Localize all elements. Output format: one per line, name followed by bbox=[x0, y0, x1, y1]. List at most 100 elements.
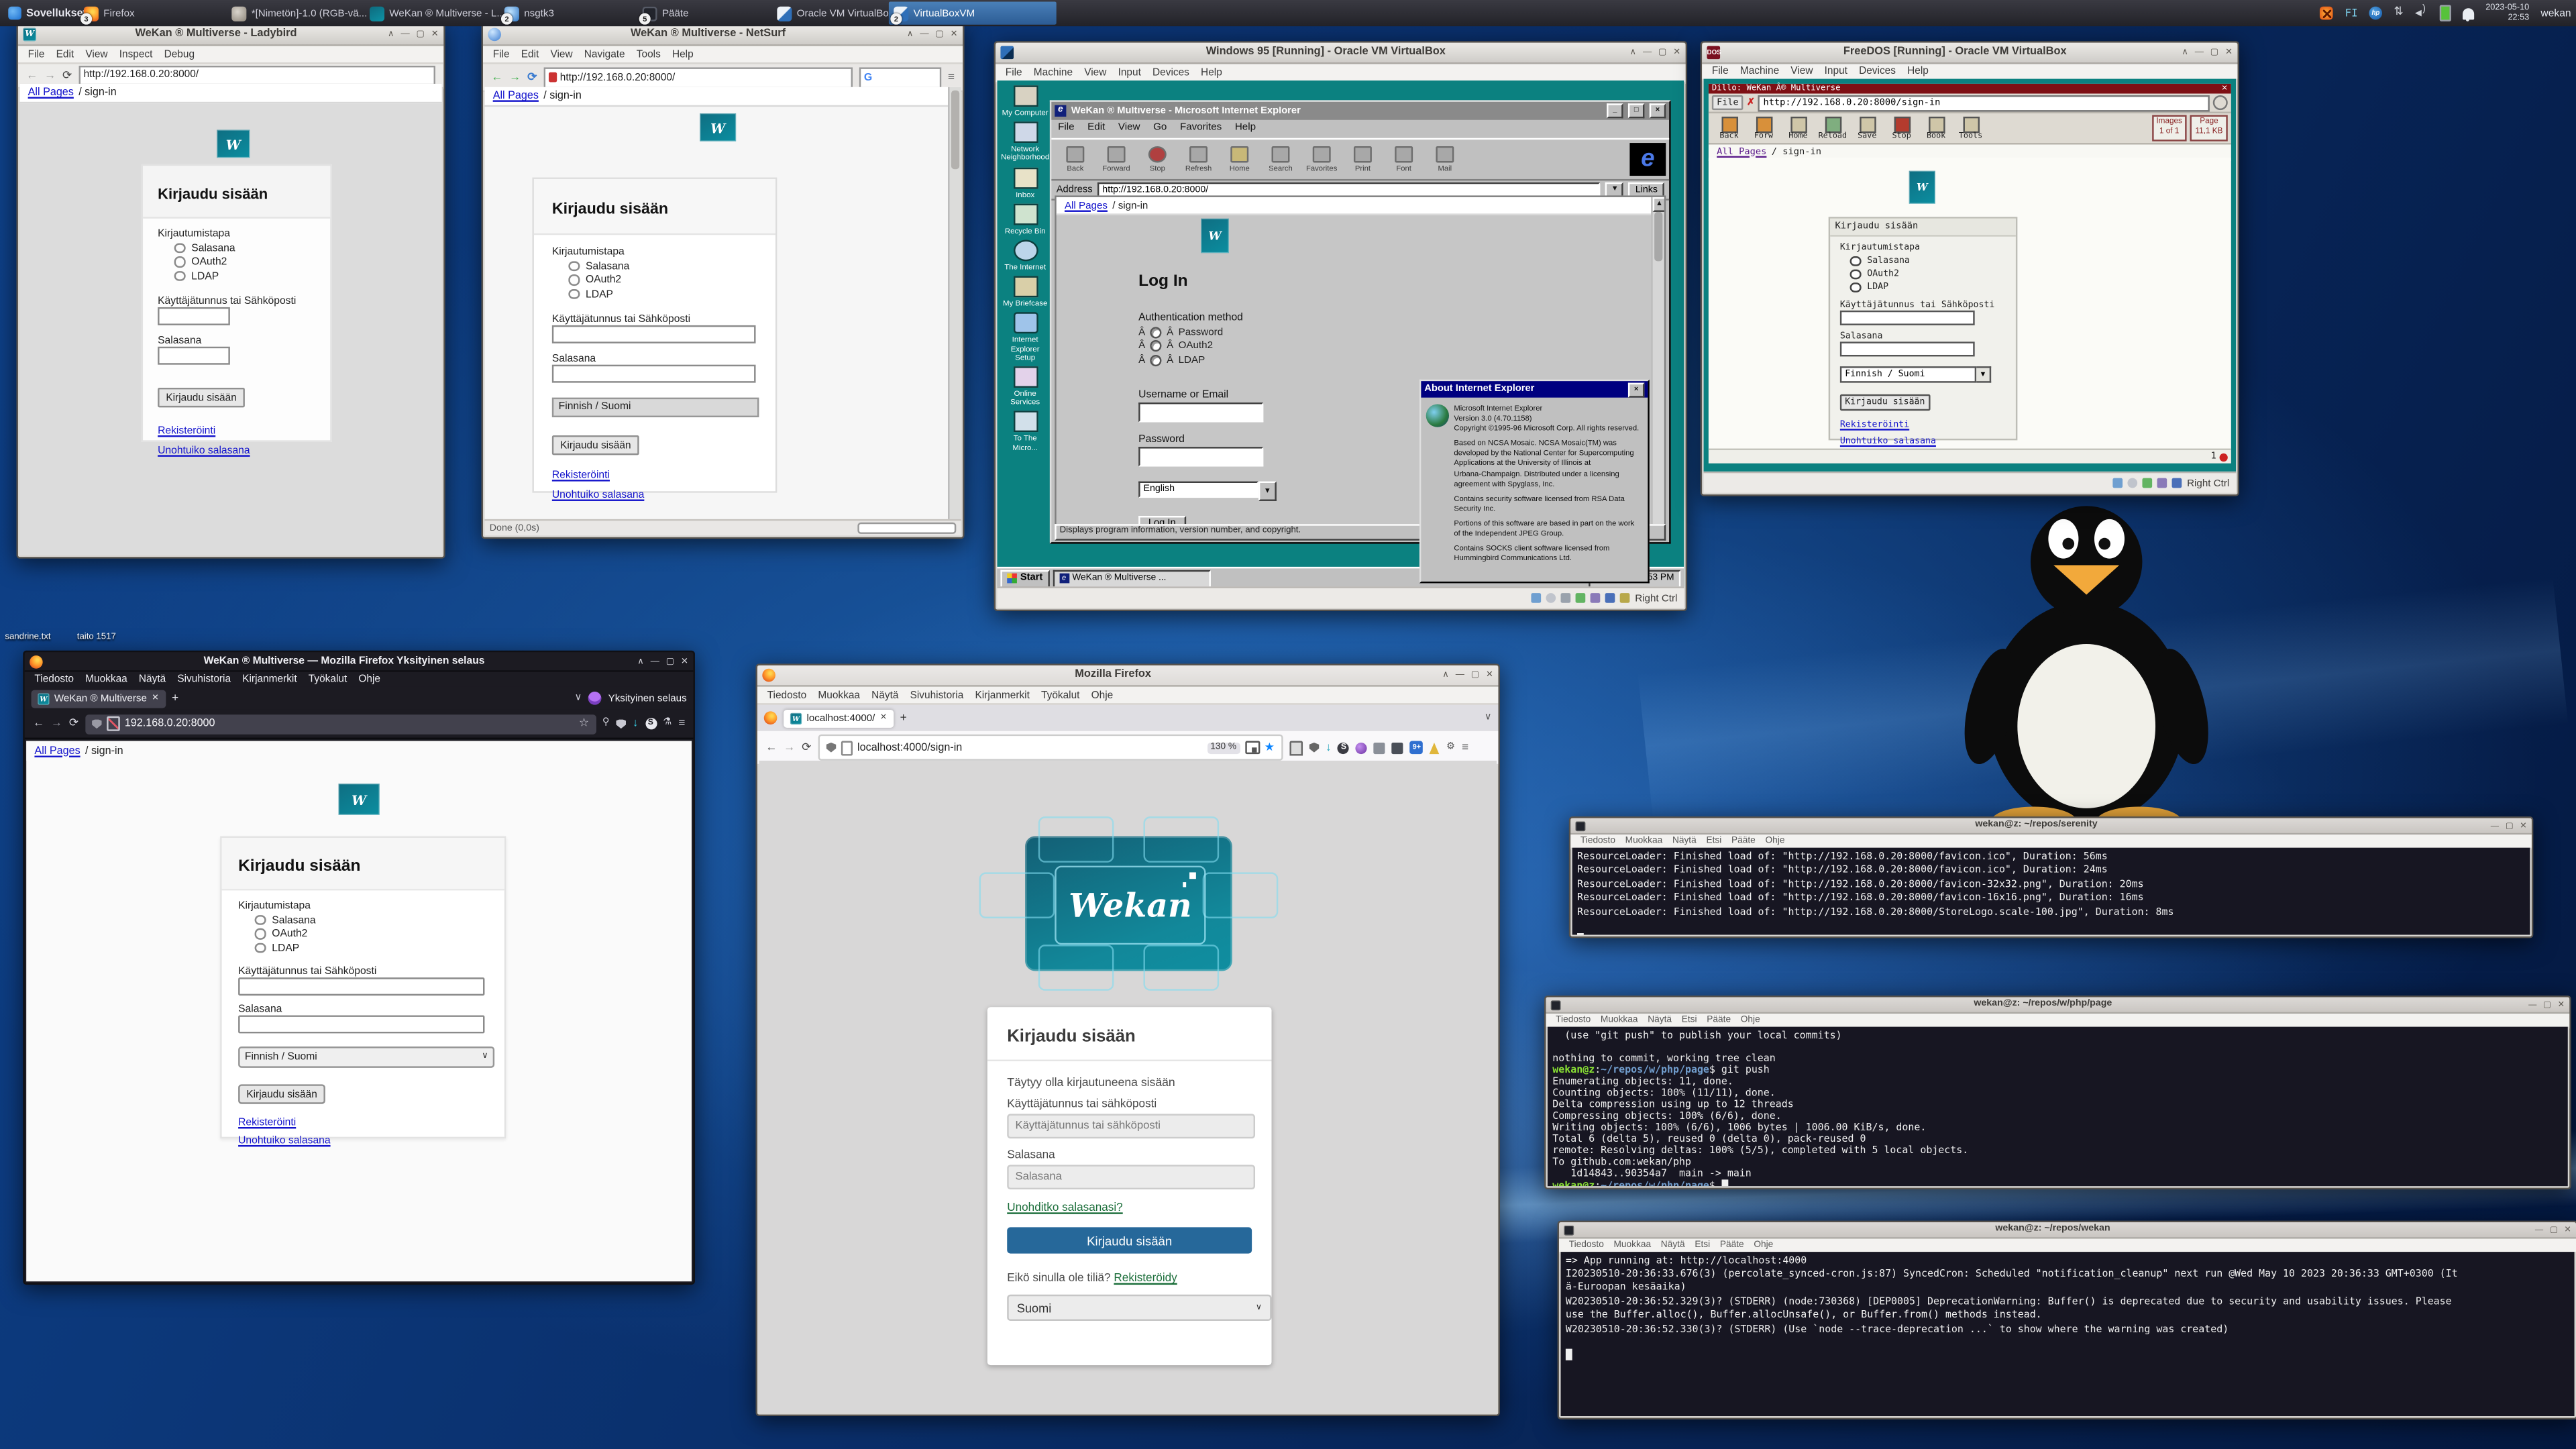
shield-check-icon[interactable] bbox=[616, 718, 626, 729]
forward-icon[interactable]: → bbox=[44, 70, 56, 81]
auth-method-radio[interactable]: LDAP bbox=[174, 270, 316, 282]
menu-item[interactable]: Muokkaa bbox=[1625, 837, 1663, 847]
menu-item[interactable]: Näytä bbox=[871, 689, 898, 700]
register-link[interactable]: Rekisteröinti bbox=[552, 469, 757, 480]
menu-item[interactable]: View bbox=[550, 48, 572, 60]
titlebar[interactable]: W WeKan ® Multiverse - Ladybird ∧—▢✕ bbox=[18, 25, 443, 46]
ublock-icon[interactable]: 9+ bbox=[1410, 741, 1424, 754]
network-icon[interactable]: ⇅ bbox=[2394, 7, 2403, 20]
menu-item[interactable]: File bbox=[28, 48, 45, 60]
titlebar[interactable]: Mozilla Firefox ∧—▢✕ bbox=[757, 665, 1498, 687]
auth-method-radio[interactable]: LDAP bbox=[568, 288, 757, 300]
taskbar-button-terminal[interactable]: 5 Pääte bbox=[637, 1, 775, 24]
language-select[interactable]: Finnish / Suomi∨ bbox=[238, 1046, 494, 1067]
taskbar-button-virtualboxvm[interactable]: 2 VirtualBoxVM bbox=[889, 1, 1057, 24]
back-icon[interactable]: ← bbox=[491, 72, 502, 83]
titlebar[interactable]: wekan@z: ~/repos/w/php/page —▢✕ bbox=[1546, 998, 2569, 1014]
new-tab-icon[interactable]: + bbox=[172, 692, 178, 704]
forgot-password-link[interactable]: Unohtuiko salasana bbox=[238, 1134, 488, 1146]
menu-item[interactable]: Ohje bbox=[358, 674, 380, 685]
extension-icon[interactable]: ⚗ bbox=[663, 718, 672, 729]
menu-item[interactable]: Edit bbox=[521, 48, 539, 60]
clock[interactable]: 2023-05-1022:53 bbox=[2485, 3, 2529, 23]
menu-item[interactable]: Työkalut bbox=[1041, 689, 1079, 700]
shade-icon[interactable]: ∧ bbox=[2182, 48, 2188, 58]
search-icon[interactable] bbox=[2213, 95, 2228, 110]
hamburger-icon[interactable]: ≡ bbox=[948, 72, 955, 83]
auth-method-radio[interactable]: ÂÂLDAP bbox=[1138, 354, 1664, 366]
s-extension-icon[interactable]: S bbox=[645, 718, 656, 729]
menu-item[interactable]: Näytä bbox=[1661, 1240, 1685, 1250]
shade-icon[interactable]: ∧ bbox=[1629, 48, 1636, 58]
close-icon[interactable]: ✕ bbox=[2222, 84, 2228, 94]
close-icon[interactable]: × bbox=[1628, 382, 1644, 396]
auth-method-radio[interactable]: OAuth2 bbox=[568, 274, 757, 286]
menu-item[interactable]: Help bbox=[1201, 67, 1222, 78]
notification-bell-icon[interactable] bbox=[2463, 7, 2474, 19]
password-input[interactable] bbox=[552, 364, 756, 382]
back-icon[interactable]: ← bbox=[26, 70, 38, 81]
calculator-extension-icon[interactable] bbox=[1392, 742, 1403, 753]
minimize-icon[interactable]: _ bbox=[1607, 103, 1623, 118]
maximize-icon[interactable]: □ bbox=[1628, 103, 1644, 118]
menu-item[interactable]: Etsi bbox=[1695, 1240, 1710, 1250]
menu-item[interactable]: Näytä bbox=[1672, 837, 1697, 847]
menu-item[interactable]: Pääte bbox=[1720, 1240, 1744, 1250]
language-select[interactable]: Finnish / Suomi bbox=[552, 396, 759, 416]
desktop-icon-label[interactable]: taito 1517 bbox=[77, 633, 116, 643]
menu-item[interactable]: Favorites bbox=[1180, 121, 1222, 136]
grid-extension-icon[interactable] bbox=[1374, 742, 1385, 753]
tab-localhost[interactable]: W localhost:4000/ ✕ bbox=[784, 709, 894, 727]
menu-item[interactable]: Muokkaa bbox=[1614, 1240, 1652, 1250]
menu-item[interactable]: Input bbox=[1118, 67, 1141, 78]
menu-item[interactable]: Devices bbox=[1859, 66, 1896, 77]
titlebar[interactable]: WeKan ® Multiverse — Mozilla Firefox Yks… bbox=[25, 652, 694, 672]
desktop-icon-label[interactable]: sandrine.txt bbox=[5, 633, 50, 643]
username-input[interactable] bbox=[158, 307, 230, 325]
menu-item[interactable]: Help bbox=[1907, 66, 1929, 77]
fingerprint-icon[interactable]: ⚲ bbox=[602, 718, 610, 729]
shield-icon[interactable] bbox=[826, 743, 837, 753]
dillo-toolbar-button[interactable]: Reload bbox=[1815, 116, 1849, 141]
menu-item[interactable]: File bbox=[493, 48, 510, 60]
dillo-toolbar-button[interactable]: Home bbox=[1781, 116, 1815, 141]
account-icon[interactable]: ⚙ bbox=[1446, 742, 1455, 753]
back-icon[interactable]: ← bbox=[33, 718, 44, 729]
forgot-password-link[interactable]: Unohtuiko salasana bbox=[1840, 437, 2006, 447]
password-input[interactable] bbox=[1007, 1165, 1255, 1189]
menu-item[interactable]: Tools bbox=[637, 48, 661, 60]
minimize-icon[interactable]: — bbox=[920, 30, 928, 40]
menu-item[interactable]: Näytä bbox=[1648, 1015, 1672, 1025]
register-link[interactable]: Rekisteröinti bbox=[1840, 421, 2006, 431]
register-link[interactable]: Rekisteröinti bbox=[238, 1116, 488, 1128]
terminal-content[interactable]: ResourceLoader: Finished load of: "http:… bbox=[1572, 848, 2530, 935]
ie-toolbar-button[interactable]: Refresh bbox=[1178, 146, 1219, 172]
language-select[interactable]: Suomi∨ bbox=[1007, 1295, 1271, 1321]
auth-method-radio[interactable]: LDAP bbox=[1850, 282, 2006, 292]
maximize-icon[interactable]: ▢ bbox=[417, 30, 425, 40]
new-tab-icon[interactable]: + bbox=[900, 712, 907, 724]
reload-icon[interactable]: ⟳ bbox=[802, 742, 811, 753]
menu-item[interactable]: Ohje bbox=[1754, 1240, 1773, 1250]
tab-wekan[interactable]: W WeKan ® Multiverse ✕ bbox=[32, 689, 166, 707]
menu-item[interactable]: Edit bbox=[56, 48, 74, 60]
dillo-titlebar[interactable]: Dillo: WeKan Â® Multiverse ✕ bbox=[1709, 84, 2231, 94]
minimize-icon[interactable]: — bbox=[401, 30, 410, 40]
scrollbar[interactable] bbox=[948, 87, 961, 521]
close-icon[interactable]: ✕ bbox=[681, 657, 688, 667]
close-icon[interactable]: × bbox=[1650, 103, 1666, 118]
battery-icon[interactable] bbox=[2440, 5, 2451, 21]
search-box[interactable]: G bbox=[859, 66, 941, 88]
menu-item[interactable]: Machine bbox=[1740, 66, 1779, 77]
signin-button[interactable]: Kirjaudu sisään bbox=[1007, 1227, 1252, 1253]
auth-method-radio[interactable]: ÂÂPassword bbox=[1138, 326, 1664, 337]
menu-item[interactable]: Tiedosto bbox=[1569, 1240, 1604, 1250]
taskbar-button-virtualbox-manager[interactable]: Oracle VM VirtualBox M... bbox=[772, 1, 894, 24]
auth-method-radio[interactable]: ÂÂOAuth2 bbox=[1138, 340, 1664, 352]
tab-close-icon[interactable]: ✕ bbox=[880, 713, 887, 723]
taskbar-button-nsgtk3[interactable]: 2 nsgtk3 bbox=[499, 1, 641, 24]
dillo-file-button[interactable]: File bbox=[1712, 95, 1743, 110]
menu-item[interactable]: View bbox=[1084, 67, 1106, 78]
menu-item[interactable]: Pääte bbox=[1707, 1015, 1731, 1025]
menu-item[interactable]: Kirjanmerkit bbox=[975, 689, 1029, 700]
